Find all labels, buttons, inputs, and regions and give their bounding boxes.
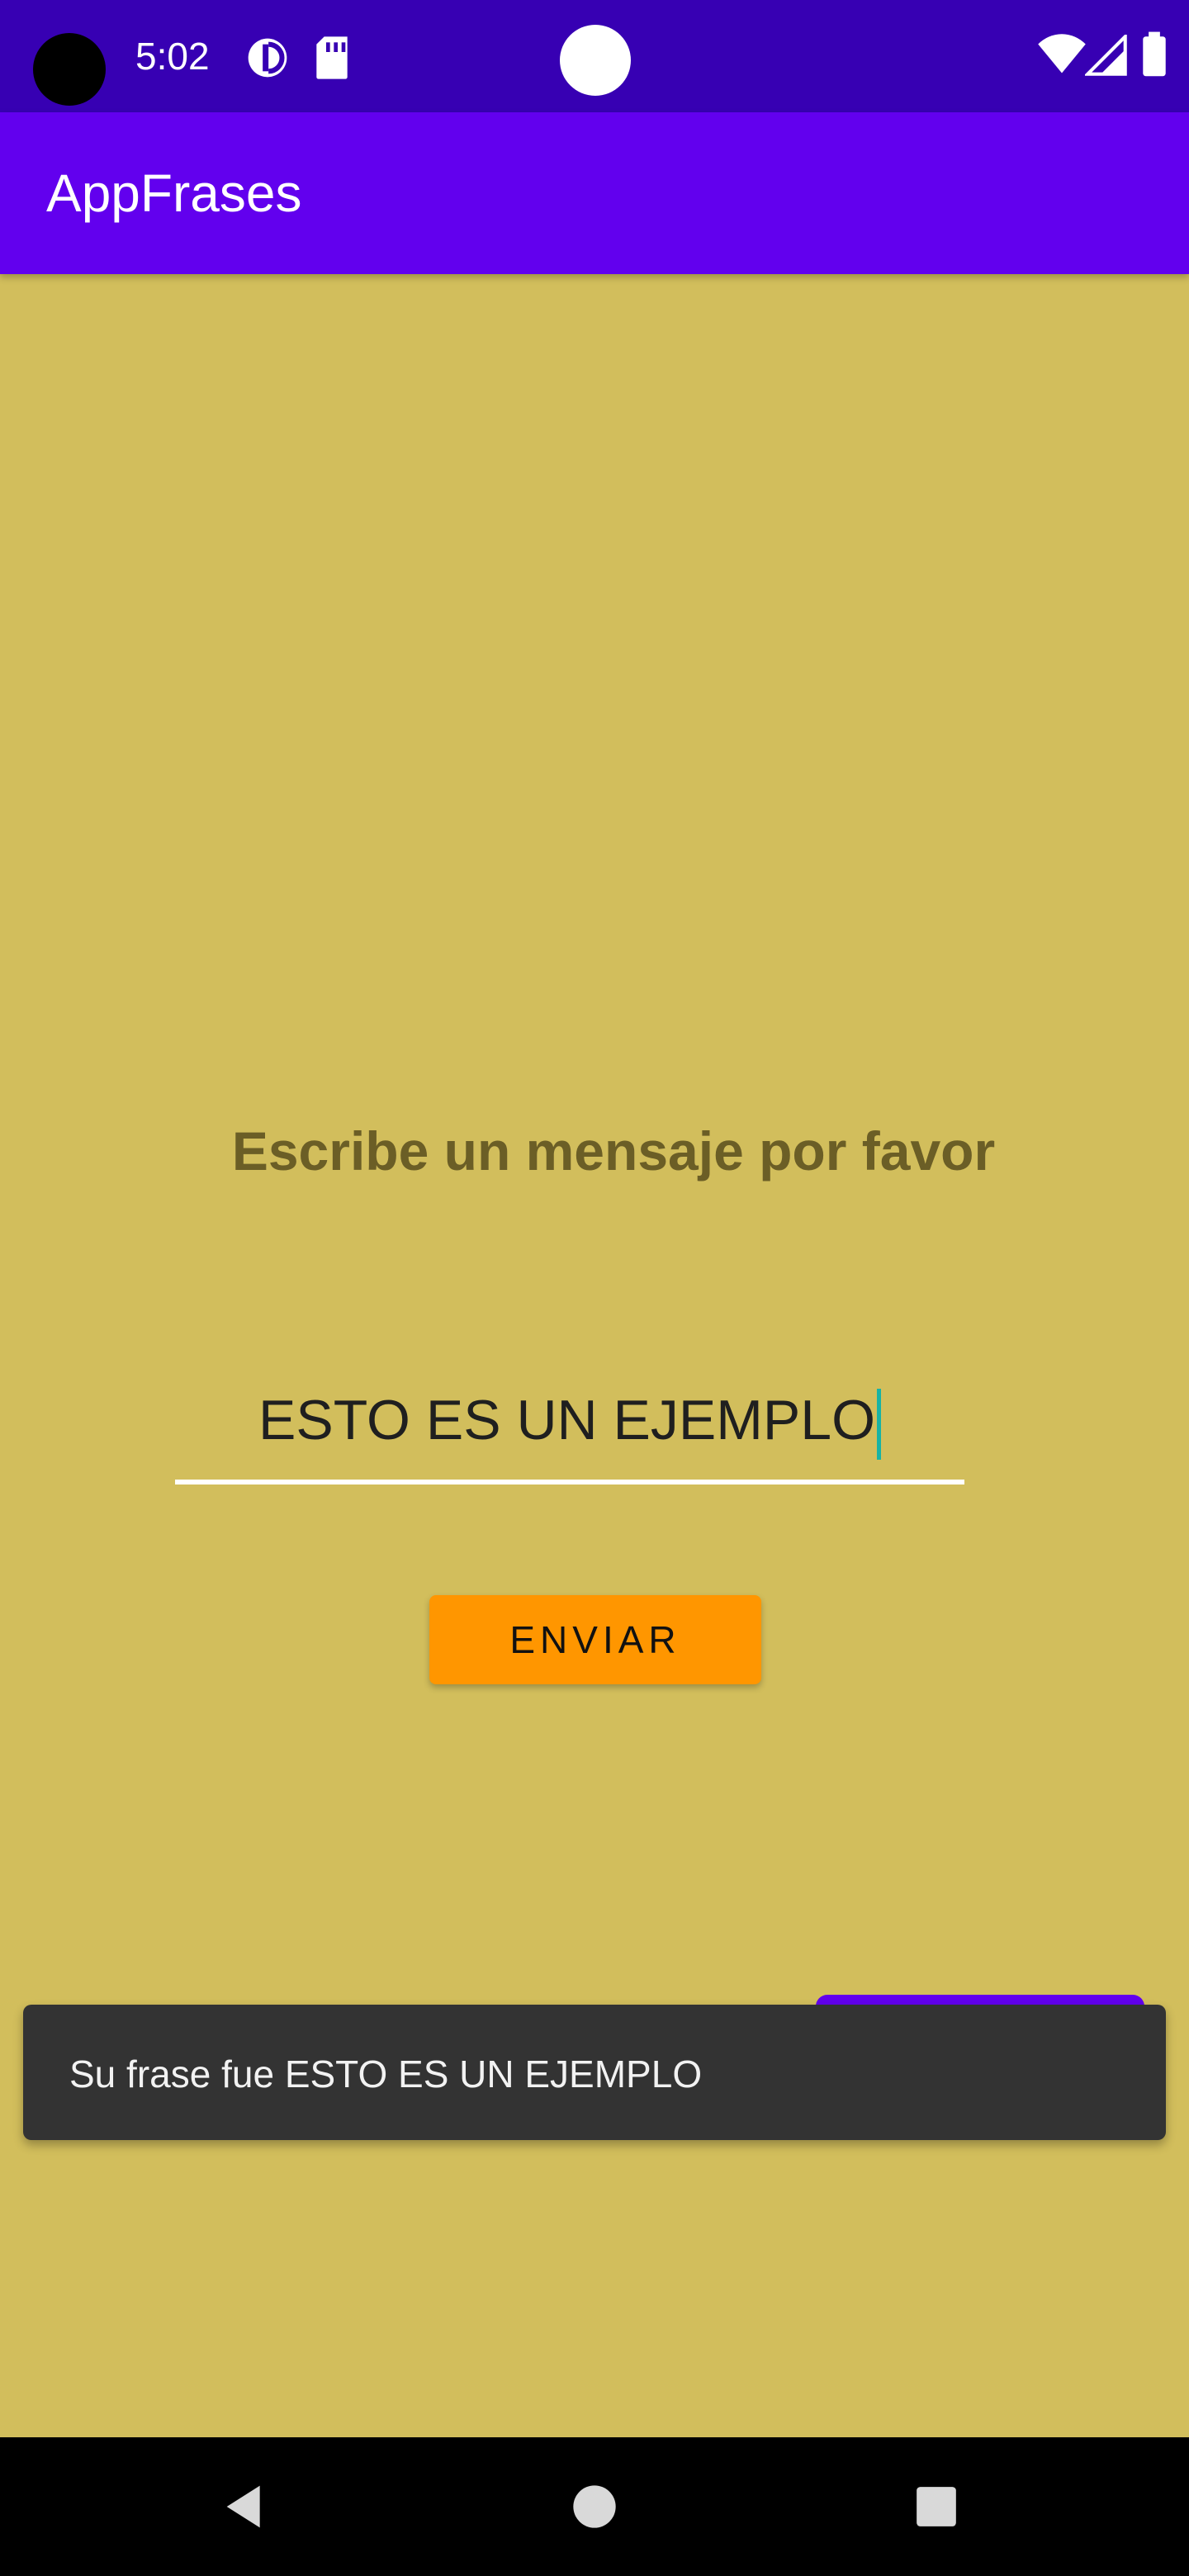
- snackbar-message: Su frase fue ESTO ES UN EJEMPLO: [69, 2053, 703, 2095]
- message-input[interactable]: ESTO ES UN EJEMPLO: [175, 1379, 964, 1485]
- app-bar: AppFrases: [0, 112, 1189, 274]
- notification-dot: [560, 25, 631, 96]
- input-underline: [175, 1480, 964, 1485]
- navigation-bar: [0, 2437, 1189, 2576]
- status-time: 5:02: [135, 35, 210, 78]
- prompt-label: Escribe un mensaje por favor: [231, 1120, 996, 1181]
- home-icon[interactable]: [571, 2484, 618, 2534]
- text-cursor: [876, 1389, 881, 1461]
- input-text: ESTO ES UN EJEMPLO: [258, 1389, 875, 1451]
- battery-icon: [1141, 31, 1168, 82]
- send-button[interactable]: ENVIAR: [429, 1595, 761, 1684]
- message-input-value[interactable]: ESTO ES UN EJEMPLO: [175, 1379, 964, 1461]
- camera-cutout: [33, 33, 106, 106]
- data-saver-icon: [244, 35, 291, 85]
- app-title: AppFrases: [46, 163, 302, 223]
- back-icon[interactable]: [218, 2480, 271, 2537]
- status-bar: 5:02: [0, 0, 1189, 112]
- snackbar: Su frase fue ESTO ES UN EJEMPLO: [23, 2005, 1166, 2140]
- sd-card-icon: [312, 35, 352, 85]
- recents-icon[interactable]: [915, 2485, 958, 2532]
- signal-icon: [1083, 32, 1128, 80]
- wifi-icon: [1037, 33, 1087, 80]
